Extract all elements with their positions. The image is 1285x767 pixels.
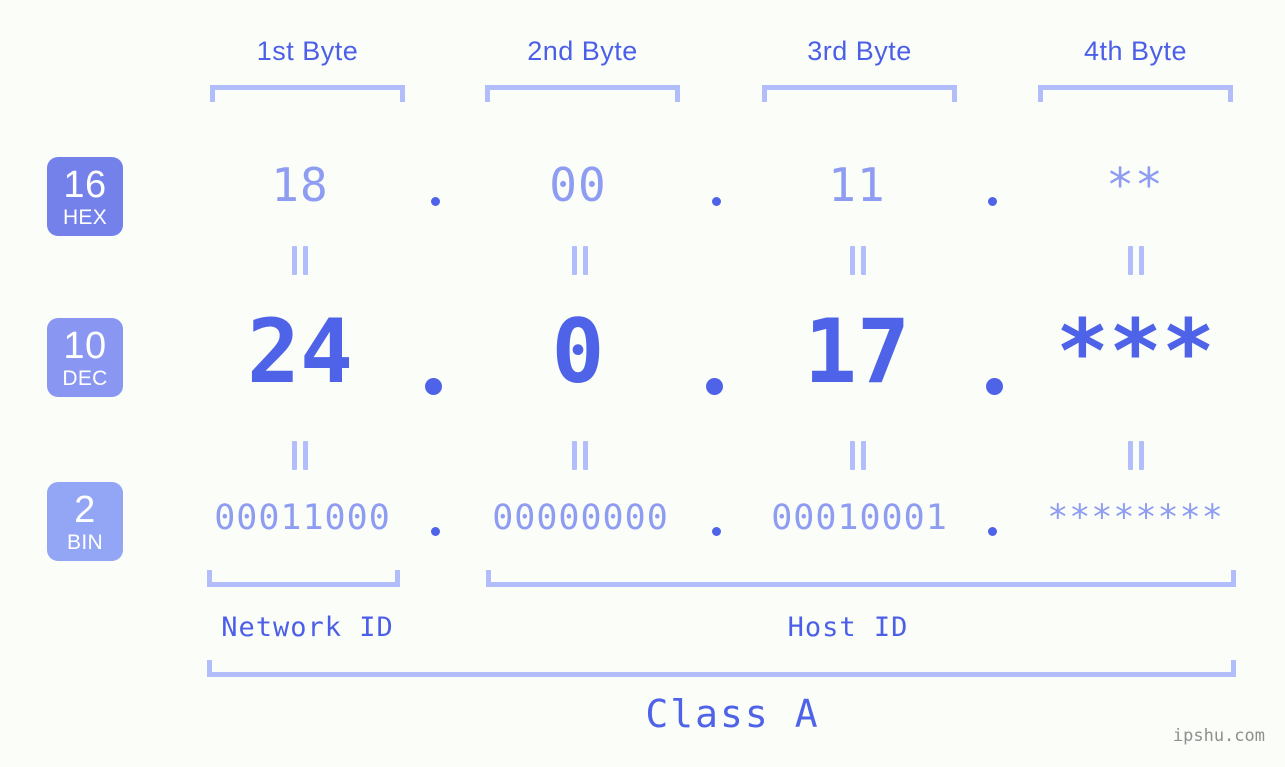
dec-octet-1: 24 [247,300,353,403]
bin-separator-2 [712,527,721,536]
class-bracket [207,660,1236,677]
base-badge-bin-number: 2 [74,488,96,531]
hex-octet-4: ** [1106,158,1164,212]
hex-octet-2: 00 [549,158,607,212]
equals-marker-hex-dec-3 [850,246,866,275]
dec-octet-2: 0 [551,300,605,403]
site-watermark: ipshu.com [1172,726,1265,746]
byte-bracket-3 [762,85,957,102]
byte-header-3: 3rd Byte [807,36,912,66]
byte-header-1: 1st Byte [256,36,359,66]
base-badge-hex-abbr: HEX [62,205,108,229]
bin-octet-3: 00010001 [771,498,948,538]
byte-bracket-1 [210,85,405,102]
byte-header-2: 2nd Byte [527,36,638,66]
host-id-bracket [486,570,1236,587]
equals-marker-hex-dec-1 [292,246,308,275]
byte-bracket-4 [1038,85,1233,102]
bin-octet-2: 00000000 [492,498,669,538]
hex-octet-3: 11 [828,158,886,212]
equals-marker-hex-dec-2 [572,246,588,275]
byte-header-4: 4th Byte [1083,36,1188,66]
bin-octet-1: 00011000 [214,498,391,538]
dec-separator-3 [986,378,1003,395]
hex-separator-3 [988,197,997,206]
base-badge-dec-number: 10 [63,324,107,367]
equals-marker-hex-dec-4 [1128,246,1144,275]
class-label: Class A [645,692,820,736]
host-id-label: Host ID [787,612,909,643]
bin-octet-4: ******** [1047,498,1224,538]
hex-separator-1 [431,197,440,206]
dec-separator-2 [706,378,723,395]
equals-marker-dec-bin-4 [1128,441,1144,470]
equals-marker-dec-bin-1 [292,441,308,470]
base-badge-dec[interactable]: 10 DEC [47,318,123,397]
base-badge-dec-abbr: DEC [62,366,108,390]
hex-separator-2 [712,197,721,206]
bin-separator-1 [431,527,440,536]
base-badge-bin-abbr: BIN [67,530,103,554]
equals-marker-dec-bin-2 [572,441,588,470]
equals-marker-dec-bin-3 [850,441,866,470]
byte-bracket-2 [485,85,680,102]
dec-octet-3: 17 [804,300,910,403]
base-badge-hex[interactable]: 16 HEX [47,157,123,236]
hex-octet-1: 18 [271,158,329,212]
base-badge-hex-number: 16 [63,163,107,206]
base-badge-bin[interactable]: 2 BIN [47,482,123,561]
dec-separator-1 [425,378,442,395]
network-id-bracket [207,570,400,587]
network-id-label: Network ID [221,612,394,643]
dec-octet-4: *** [1056,300,1215,403]
ip-address-diagram: 1st Byte 2nd Byte 3rd Byte 4th Byte 16 H… [0,0,1285,767]
bin-separator-3 [988,527,997,536]
